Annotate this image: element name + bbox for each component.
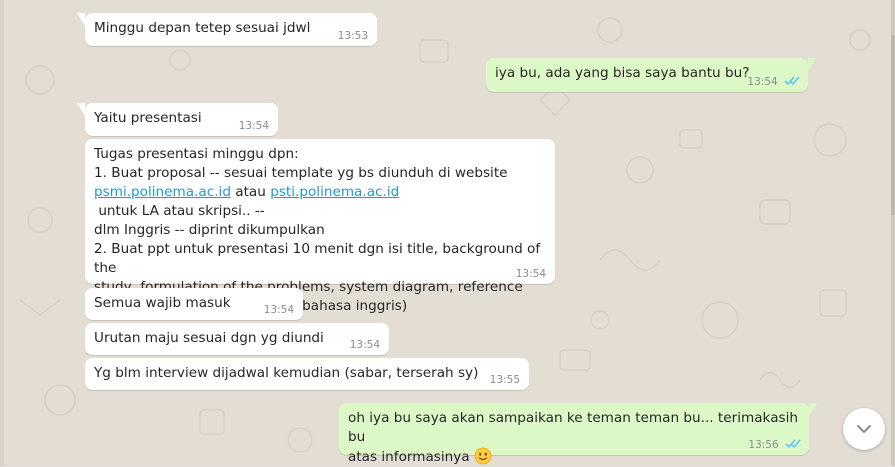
message-incoming[interactable]: Yg blm interview dijadwal kemudian (saba…	[85, 358, 529, 390]
message-time: 13:54	[263, 304, 294, 316]
message-meta: 13:56	[748, 438, 801, 451]
message-text: Minggu depan tetep sesuai jdwl	[94, 20, 311, 36]
double-check-icon	[785, 439, 801, 449]
message-time: 13:55	[489, 374, 520, 386]
message-time: 13:54	[747, 76, 778, 88]
message-outgoing[interactable]: oh iya bu saya akan sampaikan ke teman t…	[339, 403, 817, 465]
chevron-down-icon	[857, 425, 871, 433]
message-text: iya bu, ada yang bisa saya bantu bu?	[495, 65, 750, 81]
message-text: Semua wajib masuk	[94, 295, 231, 311]
bubble-tail	[77, 103, 85, 116]
message-line: dlm Inggris -- diprint dikumpulkan	[94, 222, 325, 238]
link-psmi[interactable]: psmi.polinema.ac.id	[94, 184, 231, 200]
message-text: Yg blm interview dijadwal kemudian (saba…	[94, 365, 479, 381]
message-line: 1. Buat proposal -- sesuai template yg b…	[94, 165, 508, 181]
message-incoming[interactable]: Minggu depan tetep sesuai jdwl 13:53	[77, 13, 377, 46]
message-line: 2. Buat ppt untuk presentasi 10 menit dg…	[94, 241, 541, 276]
message-time: 13:54	[349, 339, 380, 351]
message-incoming[interactable]: Tugas presentasi minggu dpn: 1. Buat pro…	[85, 139, 555, 314]
bubble-tail	[808, 58, 816, 71]
bubble-tail	[809, 403, 817, 416]
scroll-down-button[interactable]	[843, 408, 885, 450]
message-text: atau	[230, 184, 271, 200]
message-incoming[interactable]: Urutan maju sesuai dgn yg diundi 13:54	[85, 323, 389, 355]
message-meta: 13:54	[747, 75, 800, 88]
message-outgoing[interactable]: iya bu, ada yang bisa saya bantu bu? 13:…	[486, 58, 816, 92]
message-line: oh iya bu saya akan sampaikan ke teman t…	[348, 410, 798, 445]
message-text: Yaitu presentasi	[94, 110, 202, 126]
message-time: 13:54	[238, 120, 269, 132]
message-line: Tugas presentasi minggu dpn:	[94, 146, 299, 162]
message-text: untuk LA atau skripsi.. --	[94, 203, 265, 219]
message-line: atas informasinya	[348, 447, 800, 467]
message-incoming[interactable]: Yaitu presentasi 13:54	[77, 103, 278, 136]
left-edge	[0, 0, 4, 466]
double-check-icon	[784, 76, 800, 86]
message-incoming[interactable]: Semua wajib masuk 13:54	[85, 288, 303, 320]
scrollbar-thumb[interactable]	[891, 35, 895, 215]
message-time: 13:54	[515, 268, 546, 280]
smiling-face-icon	[474, 447, 492, 465]
message-text: atas informasinya	[348, 449, 470, 465]
message-text: Urutan maju sesuai dgn yg diundi	[94, 330, 324, 346]
bubble-tail	[77, 13, 85, 26]
message-time: 13:56	[748, 439, 779, 451]
link-psti[interactable]: psti.polinema.ac.id	[270, 184, 399, 200]
message-time: 13:53	[337, 30, 368, 42]
message-line: psmi.polinema.ac.id atau psti.polinema.a…	[94, 183, 546, 221]
